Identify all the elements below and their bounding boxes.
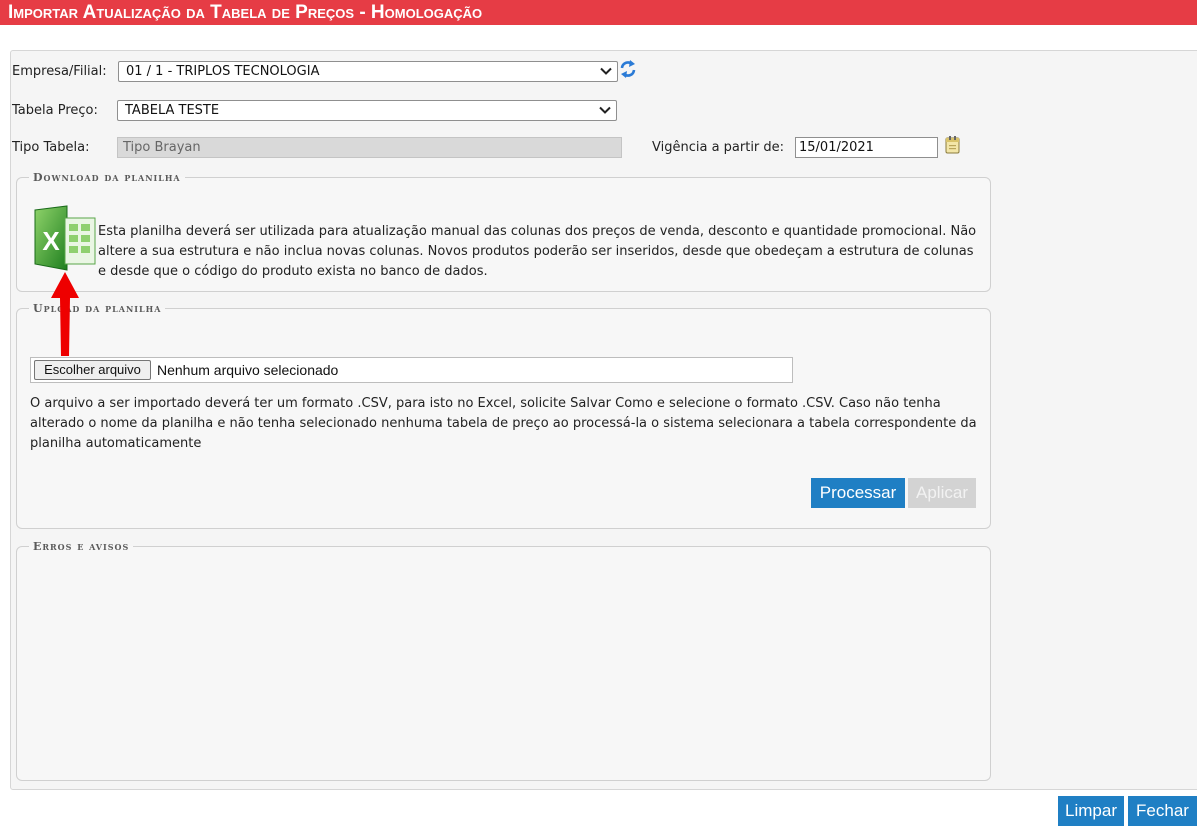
clear-button[interactable]: Limpar xyxy=(1058,796,1124,826)
vigencia-label: Vigência a partir de: xyxy=(652,140,785,155)
tabela-select[interactable]: TABELA TESTE xyxy=(117,100,617,121)
upload-text: O arquivo a ser importado deverá ter um … xyxy=(30,396,977,451)
tipo-field: Tipo Brayan xyxy=(117,137,622,158)
apply-button[interactable]: Aplicar xyxy=(908,478,976,508)
tabela-label: Tabela Preço: xyxy=(12,103,98,118)
empresa-label: Empresa/Filial: xyxy=(12,64,107,79)
window-title: Importar Atualização da Tabela de Preços… xyxy=(0,0,1197,25)
choose-file-button[interactable]: Escolher arquivo xyxy=(34,360,151,380)
download-text: Esta planilha deverá ser utilizada para … xyxy=(98,224,977,279)
red-arrow xyxy=(51,272,79,356)
tabela-select-value: TABELA TESTE xyxy=(125,103,220,118)
chevron-down-icon xyxy=(600,67,612,75)
errors-legend: Erros e avisos xyxy=(33,540,130,553)
download-legend: Download da planilha xyxy=(33,171,181,184)
file-input[interactable]: Escolher arquivo Nenhum arquivo selecion… xyxy=(30,357,793,383)
empresa-select-value: 01 / 1 - TRIPLOS TECNOLOGIA xyxy=(126,64,320,79)
svg-text:X: X xyxy=(42,226,60,256)
close-button[interactable]: Fechar xyxy=(1128,796,1197,826)
refresh-icon[interactable] xyxy=(620,59,636,79)
errors-section: Erros e avisos xyxy=(16,540,991,781)
vigencia-date-input[interactable]: 15/01/2021 xyxy=(795,137,938,158)
process-button[interactable]: Processar xyxy=(811,478,905,508)
tipo-label: Tipo Tabela: xyxy=(12,140,90,155)
file-status-text: Nenhum arquivo selecionado xyxy=(157,362,339,378)
excel-icon[interactable]: X xyxy=(29,204,99,272)
calendar-icon[interactable] xyxy=(944,135,962,155)
empresa-select[interactable]: 01 / 1 - TRIPLOS TECNOLOGIA xyxy=(118,61,618,82)
chevron-down-icon xyxy=(599,106,611,114)
